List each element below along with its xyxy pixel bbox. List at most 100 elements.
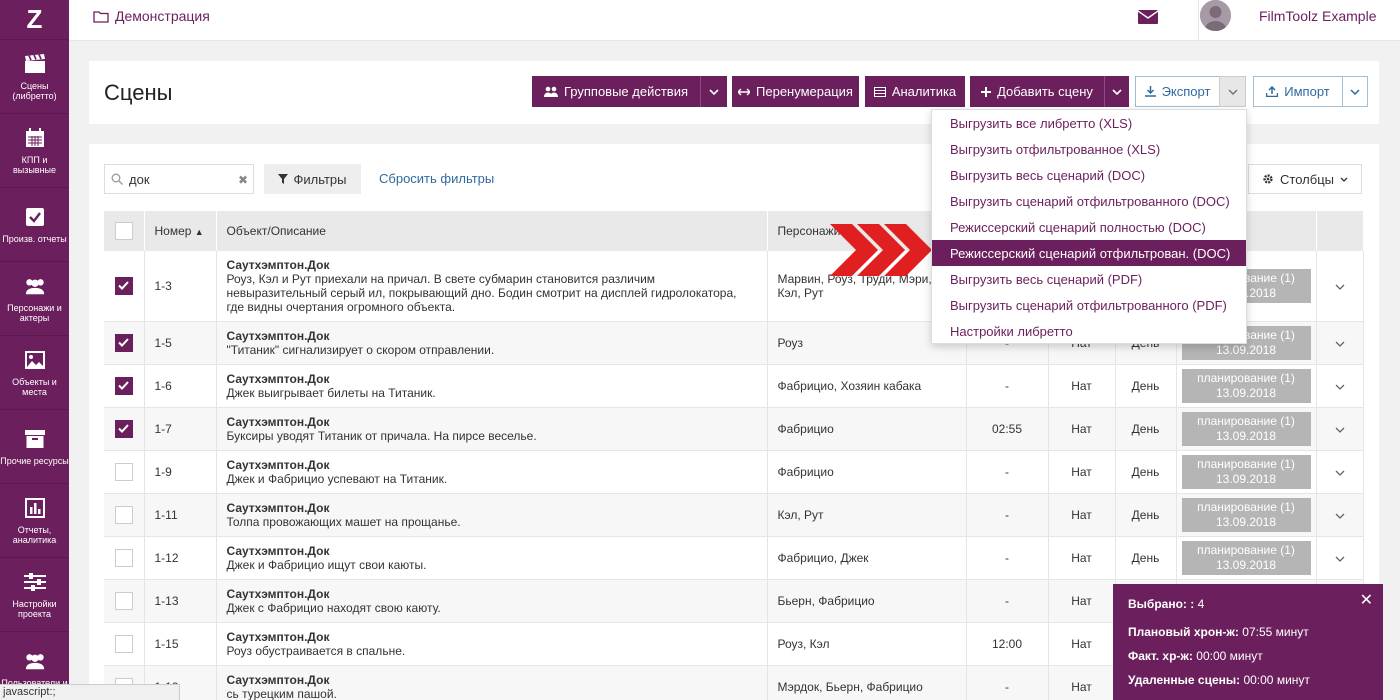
status-badge: планирование (1)13.09.2018 [1181, 540, 1311, 575]
search-input[interactable] [129, 171, 234, 187]
export-menu-item[interactable]: Выгрузить все либретто (XLS) [932, 110, 1246, 136]
chevron-down-icon[interactable] [1335, 427, 1345, 433]
gear-icon [1263, 174, 1273, 184]
row-select-cell[interactable] [104, 622, 145, 666]
row-select-cell[interactable] [104, 251, 145, 322]
export-menu-item[interactable]: Выгрузить отфильтрованное (XLS) [932, 136, 1246, 162]
import-button[interactable]: Импорт [1253, 76, 1343, 107]
scene-object: Саутхэмптон.Док [226, 457, 330, 472]
export-menu-item[interactable]: Выгрузить сценарий отфильтрованного (DOC… [932, 188, 1246, 214]
sidebar-item-3[interactable]: Персонажи и актеры [0, 262, 69, 336]
sidebar-item-0[interactable]: Сцены (либретто) [0, 40, 69, 114]
sidebar-item-1[interactable]: КПП и вызывные [0, 114, 69, 188]
mail-icon[interactable] [1138, 10, 1158, 24]
chevron-down-icon[interactable] [1335, 470, 1345, 476]
table-row[interactable]: 1-12 Саутхэмптон.Док Джек и Фабрицио ищут … [104, 536, 1364, 580]
row-checkbox[interactable] [114, 548, 133, 567]
deleted-label: Удаленные сцены: [1128, 673, 1241, 687]
users-icon [24, 275, 46, 297]
sidebar-item-5[interactable]: Прочие ресурсы [0, 410, 69, 484]
chevron-down-icon[interactable] [1335, 384, 1345, 390]
export-menu-item[interactable]: Выгрузить сценарий отфильтрованного (PDF… [932, 292, 1246, 318]
expand-row-cell[interactable] [1316, 536, 1364, 580]
chevron-down-icon[interactable] [700, 76, 727, 107]
row-checkbox[interactable] [114, 505, 133, 524]
export-menu-item[interactable]: Выгрузить весь сценарий (PDF) [932, 266, 1246, 292]
row-checkbox[interactable] [114, 462, 133, 481]
expand-row-cell[interactable] [1316, 493, 1364, 537]
export-button[interactable]: Экспорт [1135, 76, 1220, 107]
breadcrumb[interactable]: Демонстрация [93, 8, 210, 24]
search-box[interactable]: ✖ [104, 164, 254, 194]
sidebar-item-6[interactable]: Отчеты, аналитика [0, 484, 69, 558]
table-row[interactable]: 1-7 Саутхэмптон.Док Буксиры уводят Титаник… [104, 407, 1364, 451]
row-checkbox[interactable] [114, 634, 133, 653]
select-all-checkbox[interactable] [114, 222, 133, 240]
table-row[interactable]: 1-9 Саутхэмптон.Док Джек и Фабрицио успева… [104, 450, 1364, 494]
row-checkbox[interactable] [114, 276, 133, 295]
chevron-down-icon[interactable] [1335, 513, 1345, 519]
chevron-down-icon[interactable] [1335, 284, 1345, 290]
scene-int: Нат [1048, 579, 1116, 623]
renumber-button[interactable]: Перенумерация [732, 76, 859, 107]
scene-description: Джек с Фабрицио находят свою каюту. [226, 600, 441, 615]
expand-row-cell[interactable] [1316, 251, 1364, 322]
sidebar-item-2[interactable]: Произв. отчеты [0, 188, 69, 262]
scene-object: Саутхэмптон.Док [226, 629, 330, 644]
export-menu-item[interactable]: Режиссерский сценарий отфильтрован. (DOC… [932, 240, 1246, 266]
clear-search-icon[interactable]: ✖ [238, 173, 248, 187]
chevron-down-icon[interactable] [1335, 341, 1345, 347]
table-row[interactable]: 1-6 Саутхэмптон.Док Джек выигрывает билеты… [104, 364, 1364, 408]
row-select-cell[interactable] [104, 536, 145, 580]
row-checkbox[interactable] [114, 591, 133, 610]
add-scene-button[interactable]: Добавить сцену [970, 76, 1129, 107]
sidebar-item-4[interactable]: Объекты и места [0, 336, 69, 410]
breadcrumb-label: Демонстрация [115, 8, 210, 24]
number-column-header[interactable]: Номер ▲ [144, 211, 217, 251]
group-actions-button[interactable]: Групповые действия [532, 76, 727, 107]
status-badge: планирование (1)13.09.2018 [1181, 368, 1311, 403]
scene-description: Буксиры уводят Титаник от причала. На пи… [226, 428, 537, 443]
user-name[interactable]: FilmToolz Example [1259, 8, 1376, 24]
analytics-button[interactable]: Аналитика [865, 76, 965, 107]
row-select-cell[interactable] [104, 364, 145, 408]
select-all-header[interactable] [104, 211, 145, 251]
filters-button[interactable]: Фильтры [264, 164, 361, 194]
sidebar-item-7[interactable]: Настройки проекта [0, 558, 69, 632]
row-checkbox[interactable] [114, 376, 133, 395]
export-menu-item[interactable]: Режиссерский сценарий полностью (DOC) [932, 214, 1246, 240]
reset-filters-link[interactable]: Сбросить фильтры [379, 171, 494, 186]
logo[interactable]: Z [0, 0, 69, 40]
scene-day: День [1115, 536, 1177, 580]
row-checkbox[interactable] [114, 419, 133, 438]
chevron-down-icon[interactable] [1335, 556, 1345, 562]
sidebar-item-label: Прочие ресурсы [0, 455, 69, 466]
row-select-cell[interactable] [104, 407, 145, 451]
columns-button[interactable]: Столбцы [1248, 164, 1362, 194]
row-select-cell[interactable] [104, 493, 145, 537]
export-dropdown-toggle[interactable] [1219, 76, 1246, 107]
row-select-cell[interactable] [104, 450, 145, 494]
renumber-label: Перенумерация [756, 84, 853, 99]
status-date: 13.09.2018 [1215, 385, 1277, 400]
export-menu-item[interactable]: Выгрузить весь сценарий (DOC) [932, 162, 1246, 188]
scene-time: - [966, 493, 1049, 537]
expand-row-cell[interactable] [1316, 407, 1364, 451]
row-select-cell[interactable] [104, 321, 145, 365]
sidebar-item-label: Отчеты, аналитика [12, 524, 57, 545]
object-column-header[interactable]: Объект/Описание [216, 211, 768, 251]
scene-object-cell: Саутхэмптон.Док Толпа провожающих машет н… [216, 493, 768, 537]
import-dropdown-toggle[interactable] [1342, 76, 1368, 107]
close-icon[interactable]: ✕ [1360, 590, 1373, 610]
scene-day: День [1115, 364, 1177, 408]
chevron-down-icon[interactable] [1104, 76, 1129, 107]
row-select-cell[interactable] [104, 579, 145, 623]
expand-row-cell[interactable] [1316, 364, 1364, 408]
table-row[interactable]: 1-11 Саутхэмптон.Док Толпа провожающих маш… [104, 493, 1364, 537]
expand-row-cell[interactable] [1316, 321, 1364, 365]
row-checkbox[interactable] [114, 333, 133, 352]
export-menu-item[interactable]: Настройки либретто [932, 318, 1246, 344]
expand-row-cell[interactable] [1316, 450, 1364, 494]
avatar[interactable] [1200, 0, 1231, 31]
scene-time: - [966, 579, 1049, 623]
